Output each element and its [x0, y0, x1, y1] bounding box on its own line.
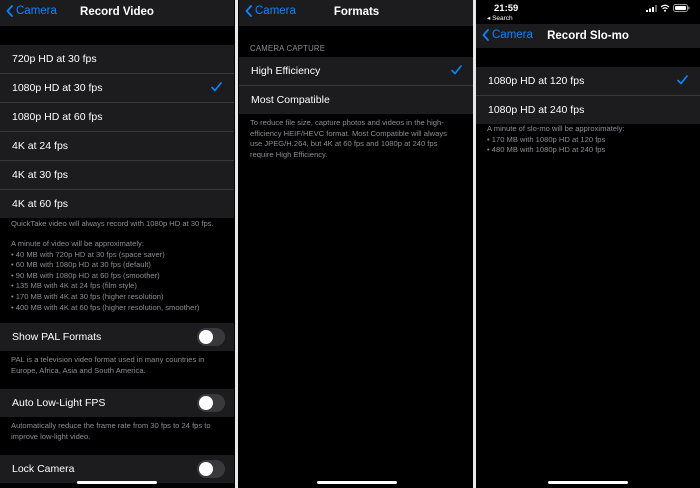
video-size-info: A minute of video will be approximately:… [11, 239, 226, 313]
pal-note-line: PAL is a television video format used in… [11, 355, 205, 364]
wifi-icon [660, 4, 670, 12]
checkmark-icon [677, 75, 688, 85]
formats-note: To reduce file size, capture photos and … [250, 118, 466, 160]
search-back-link[interactable]: ◂ Search [487, 14, 513, 22]
option-label: 4K at 60 fps [12, 198, 69, 210]
nav-bar: Camera Record Video [0, 0, 234, 26]
option-1080p-30[interactable]: 1080p HD at 30 fps [0, 74, 234, 103]
section-header: CAMERA CAPTURE [250, 44, 326, 53]
nav-bar: Camera Formats [239, 0, 474, 26]
size-line: • 135 MB with 4K at 24 fps (film style) [11, 281, 137, 291]
note-line: require High Efficiency. [250, 149, 328, 159]
size-line: • 60 MB with 1080p HD at 30 fps (default… [11, 260, 151, 270]
status-time: 21:59 [494, 3, 519, 14]
size-line: • 480 MB with 1080p HD at 240 fps [487, 145, 606, 155]
divider [235, 0, 238, 488]
size-line: • 90 MB with 1080p HD at 60 fps (smoothe… [11, 270, 160, 280]
size-line: • 40 MB with 720p HD at 30 fps (space sa… [11, 249, 165, 259]
resolution-list: 720p HD at 30 fps 1080p HD at 30 fps 108… [0, 45, 234, 218]
pal-note: PAL is a television video format used in… [11, 355, 226, 376]
slomo-size-info: A minute of slo-mo will be approximately… [487, 124, 692, 156]
low-light-note: Automatically reduce the frame rate from… [11, 421, 226, 442]
option-label: 1080p HD at 30 fps [12, 82, 103, 94]
option-label: 1080p HD at 120 fps [488, 75, 585, 87]
lock-camera-toggle[interactable] [197, 460, 225, 478]
option-4k-60[interactable]: 4K at 60 fps [0, 190, 234, 218]
option-label: Most Compatible [251, 94, 330, 106]
battery-icon [673, 4, 690, 12]
option-label: 1080p HD at 240 fps [488, 104, 585, 116]
option-most-compatible[interactable]: Most Compatible [239, 86, 474, 114]
format-list: High Efficiency Most Compatible [239, 57, 474, 114]
option-label: 4K at 30 fps [12, 169, 69, 181]
lock-camera-row: Lock Camera [0, 455, 234, 483]
low-light-note-line: improve low-light video. [11, 431, 91, 441]
record-slomo-screen: 21:59 ◂ Search Camera Record Slo-mo 1080… [476, 0, 700, 488]
note-line: efficiency HEIF/HEVC format. Most Compat… [250, 128, 447, 138]
slomo-list: 1080p HD at 120 fps 1080p HD at 240 fps [476, 67, 700, 124]
home-indicator[interactable] [316, 481, 397, 484]
lock-camera-label: Lock Camera [12, 463, 75, 475]
page-title: Record Video [80, 6, 154, 18]
nav-bar: Camera Record Slo-mo [476, 24, 700, 48]
option-high-efficiency[interactable]: High Efficiency [239, 57, 474, 86]
size-intro: A minute of slo-mo will be approximately… [487, 124, 625, 133]
size-intro: A minute of video will be approximately: [11, 239, 144, 248]
home-indicator[interactable] [77, 481, 157, 484]
home-indicator[interactable] [548, 481, 628, 484]
page-title: Formats [333, 6, 380, 18]
cellular-signal-icon [646, 4, 657, 12]
low-light-group: Auto Low-Light FPS [0, 389, 234, 417]
status-bar: 21:59 ◂ Search [476, 0, 700, 24]
formats-screen: Camera Formats CAMERA CAPTURE High Effic… [239, 0, 474, 488]
status-icons [646, 4, 690, 12]
option-720p-30[interactable]: 720p HD at 30 fps [0, 45, 234, 74]
size-line: • 400 MB with 4K at 60 fps (higher resol… [11, 302, 200, 312]
option-label: 1080p HD at 60 fps [12, 111, 103, 123]
pal-formats-group: Show PAL Formats [0, 323, 234, 351]
pal-formats-row: Show PAL Formats [0, 323, 234, 351]
option-label: 4K at 24 fps [12, 140, 69, 152]
checkmark-icon [451, 65, 462, 75]
low-light-row: Auto Low-Light FPS [0, 389, 234, 417]
page-title: Record Slo-mo [547, 30, 629, 42]
lock-camera-group: Lock Camera [0, 455, 234, 483]
pal-formats-toggle[interactable] [197, 328, 225, 346]
note-line: To reduce file size, capture photos and … [250, 118, 444, 127]
option-label: 720p HD at 30 fps [12, 53, 97, 65]
option-4k-30[interactable]: 4K at 30 fps [0, 161, 234, 190]
option-label: High Efficiency [251, 65, 321, 77]
quicktake-note: QuickTake video will always record with … [11, 219, 214, 228]
checkmark-icon [211, 82, 222, 92]
low-light-toggle[interactable] [197, 394, 225, 412]
size-line: • 170 MB with 4K at 30 fps (higher resol… [11, 291, 164, 301]
low-light-label: Auto Low-Light FPS [12, 397, 106, 409]
pal-note-line: Europe, Africa, Asia and South America. [11, 365, 146, 375]
option-1080p-120[interactable]: 1080p HD at 120 fps [476, 67, 700, 96]
record-video-screen: Camera Record Video 720p HD at 30 fps 10… [0, 0, 234, 488]
option-1080p-60[interactable]: 1080p HD at 60 fps [0, 103, 234, 132]
option-4k-24[interactable]: 4K at 24 fps [0, 132, 234, 161]
option-1080p-240[interactable]: 1080p HD at 240 fps [476, 96, 700, 124]
size-line: • 170 MB with 1080p HD at 120 fps [487, 134, 606, 144]
note-line: use JPEG/H.264, but 4K at 60 fps and 108… [250, 139, 438, 149]
pal-formats-label: Show PAL Formats [12, 331, 102, 343]
low-light-note-line: Automatically reduce the frame rate from… [11, 421, 211, 430]
